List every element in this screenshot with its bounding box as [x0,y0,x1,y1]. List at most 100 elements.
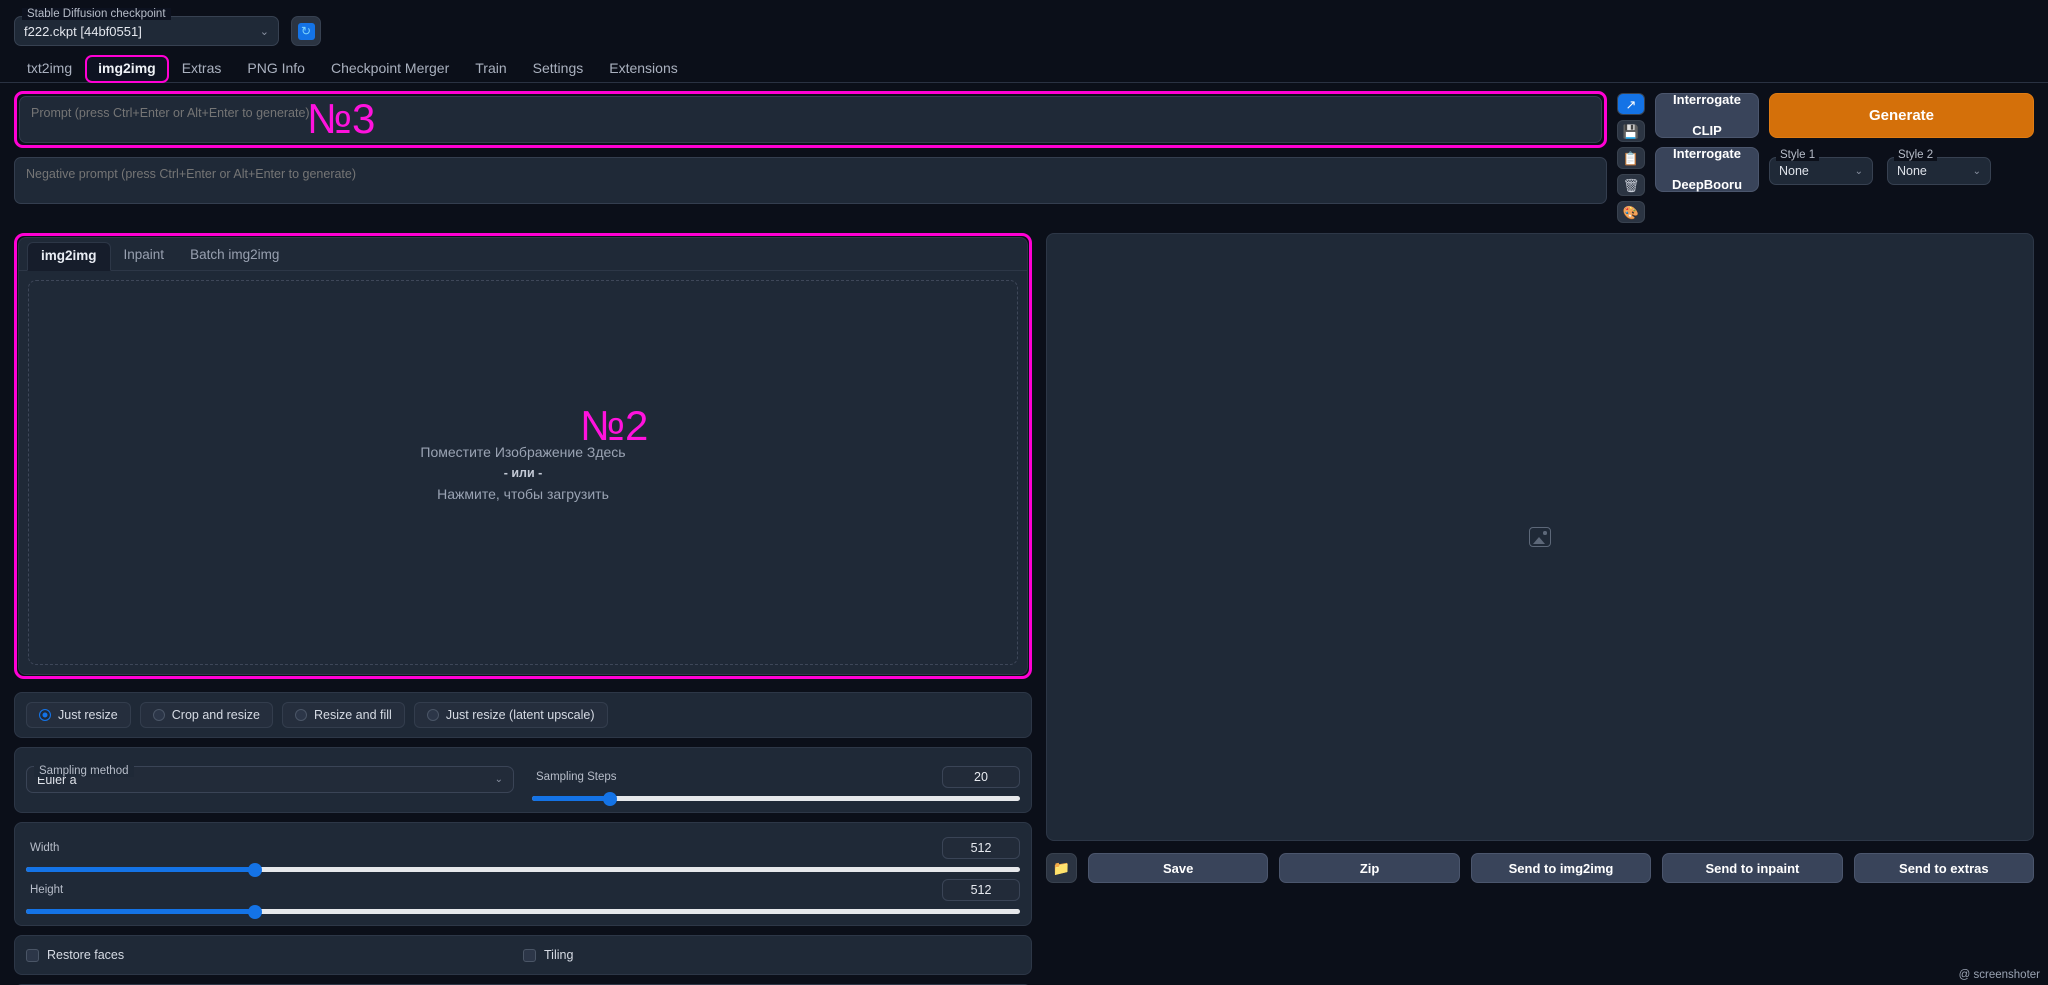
style-2-dropdown[interactable]: None ⌄ [1887,157,1991,185]
image-panel-highlight-box: img2img Inpaint Batch img2img Поместите … [14,233,1032,679]
main-content: img2img Inpaint Batch img2img Поместите … [0,223,2048,985]
checkbox-icon [523,948,536,962]
output-gallery-panel[interactable] [1046,233,2034,841]
save-style-icon[interactable]: 💾 [1617,120,1645,142]
sampling-method-field: Sampling method Euler a ⌄ [26,759,514,801]
left-column: img2img Inpaint Batch img2img Поместите … [14,233,1032,985]
restore-faces-checkbox[interactable]: Restore faces [26,948,523,962]
width-slider-row: Width 512 [26,830,1020,877]
send-to-inpaint-button[interactable]: Send to inpaint [1662,853,1843,883]
sampling-steps-slider-row: Sampling Steps 20 [532,759,1020,806]
dropzone-line-1: Поместите Изображение Здесь [420,443,626,460]
resize-mode-crop-and-resize[interactable]: Crop and resize [139,702,273,728]
apply-style-icon[interactable]: 🎨 [1617,201,1645,223]
chevron-down-icon: ⌄ [1854,165,1863,177]
style-1-dropdown[interactable]: None ⌄ [1769,157,1873,185]
resize-mode-label: Crop and resize [171,708,260,722]
slider-fill [26,909,255,914]
style-1-value: None [1779,164,1809,178]
interrogate-deepbooru-line1: Interrogate [1673,145,1741,161]
paste-icon[interactable]: 📋 [1617,147,1645,169]
prompt-input[interactable] [19,96,1602,143]
resize-mode-label: Just resize (latent upscale) [445,708,595,722]
prompt-fields: №3 [14,91,1607,204]
dimensions-block: Width 512 Height 512 [14,822,1032,926]
slider-fill [532,796,611,801]
tab-extras[interactable]: Extras [169,56,235,82]
sampling-steps-field: Sampling Steps 20 [532,759,1020,806]
height-slider[interactable] [26,904,1020,919]
tab-train[interactable]: Train [462,56,519,82]
resize-mode-just-resize[interactable]: Just resize [26,702,131,728]
image-dropzone[interactable]: Поместите Изображение Здесь - или - Нажм… [28,280,1018,665]
tab-img2img[interactable]: img2img [85,55,169,83]
sampling-steps-head: Sampling Steps 20 [532,766,1020,788]
main-tabs: txt2img img2img Extras PNG Info Checkpoi… [0,55,2048,83]
resize-mode-label: Just resize [58,708,118,722]
output-actions-row: 📁 Save Zip Send to img2img Send to inpai… [1046,853,2035,883]
resize-mode-label: Resize and fill [314,708,392,722]
generate-column: Generate Style 1 None ⌄ Style 2 None ⌄ [1769,91,2034,185]
interrogate-deepbooru-button[interactable]: Interrogate DeepBooru [1655,145,1759,193]
width-value[interactable]: 512 [942,837,1020,859]
radio-dot-icon [152,709,165,721]
refresh-checkpoints-button[interactable]: ↻ [291,16,321,46]
checkpoint-dropdown[interactable]: f222.ckpt [44bf0551] ⌄ [14,16,279,46]
tiling-checkbox[interactable]: Tiling [523,948,1020,962]
sampling-steps-slider[interactable] [532,791,1020,806]
prompt-tools-column: ↗ 💾 📋 🗑 🎨 [1617,91,1645,223]
width-label: Width [26,842,64,854]
slider-knob[interactable] [603,791,618,806]
styles-row: Style 1 None ⌄ Style 2 None ⌄ [1769,149,2034,185]
clear-prompt-icon[interactable]: 🗑 [1617,174,1645,196]
style-2-value: None [1897,164,1927,178]
send-to-img2img-button[interactable]: Send to img2img [1470,853,1652,883]
subtab-inpaint[interactable]: Inpaint [111,242,178,270]
restore-progress-icon[interactable]: ↗ [1617,93,1645,115]
height-label: Height [26,884,68,896]
style-1-selector[interactable]: Style 1 None ⌄ [1769,149,1873,185]
restore-faces-label: Restore faces [47,948,125,962]
sampling-steps-value[interactable]: 20 [942,766,1020,788]
style-1-label: Style 1 [1776,149,1820,161]
tab-checkpoint-merger[interactable]: Checkpoint Merger [318,56,462,82]
resize-mode-resize-and-fill[interactable]: Resize and fill [282,702,405,728]
zip-button[interactable]: Zip [1279,853,1460,883]
subtab-img2img[interactable]: img2img [27,242,111,271]
tab-settings[interactable]: Settings [520,56,597,82]
generate-button[interactable]: Generate [1769,93,2034,138]
tiling-label: Tiling [544,948,574,962]
resize-mode-just-resize-latent[interactable]: Just resize (latent upscale) [413,702,608,728]
interrogate-clip-line1: Interrogate [1673,91,1741,107]
height-slider-row: Height 512 [26,872,1020,919]
negative-prompt-input[interactable] [14,157,1607,204]
interrogate-deepbooru-line2: DeepBooru [1671,177,1743,193]
radio-dot-icon [426,709,439,721]
chevron-down-icon: ⌄ [1972,165,1981,177]
height-value[interactable]: 512 [942,879,1020,901]
checkpoint-bar: Stable Diffusion checkpoint f222.ckpt [4… [0,0,2048,46]
tab-png-info[interactable]: PNG Info [234,56,318,82]
prompt-highlight-box: №3 [14,91,1607,148]
save-button[interactable]: Save [1088,853,1269,883]
slider-knob[interactable] [247,904,262,919]
subtab-batch-img2img[interactable]: Batch img2img [177,242,292,270]
send-to-extras-button[interactable]: Send to extras [1853,853,2035,883]
annotation-marker-2: №2 [580,402,649,449]
resize-mode-group: Just resize Crop and resize Resize and f… [14,692,1032,738]
checkpoint-label: Stable Diffusion checkpoint [22,8,171,20]
style-2-selector[interactable]: Style 2 None ⌄ [1887,149,1991,185]
refresh-icon: ↻ [297,22,315,40]
chevron-down-icon: ⌄ [259,25,269,38]
open-folder-icon[interactable]: 📁 [1046,853,1077,883]
tab-extensions[interactable]: Extensions [596,56,690,82]
tab-txt2img[interactable]: txt2img [14,56,85,82]
sampling-method-label: Sampling method [34,765,134,777]
sampling-method-selector[interactable]: Sampling method Euler a ⌄ [26,765,514,793]
interrogate-clip-button[interactable]: Interrogate CLIP [1655,91,1759,138]
width-head: Width 512 [26,837,1020,859]
sampling-steps-label: Sampling Steps [532,771,621,783]
checkbox-icon [26,948,39,962]
checkpoint-selector[interactable]: Stable Diffusion checkpoint f222.ckpt [4… [14,8,279,46]
checkpoint-value: f222.ckpt [44bf0551] [24,23,142,39]
